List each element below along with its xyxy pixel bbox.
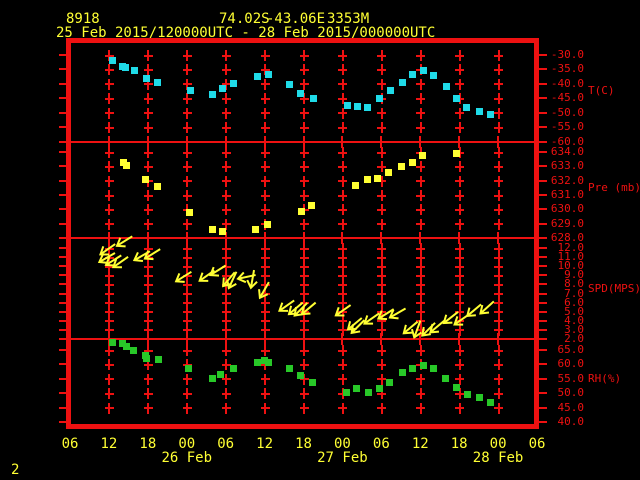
axis-tick-right: [539, 256, 547, 259]
axis-tick-right: [539, 140, 547, 143]
y-axis-unit-label: Pre (mb): [588, 180, 640, 194]
y-axis-tick-label: 50.0: [557, 386, 585, 400]
x-axis-hour-label: 00: [333, 436, 351, 452]
y-axis-tick-label: 40.0: [557, 415, 585, 428]
axis-tick-right: [539, 151, 547, 153]
page-number: 2: [11, 462, 20, 478]
axis-tick-right: [539, 237, 547, 239]
x-axis-hour-label: 06: [61, 436, 79, 452]
y-axis-tick-label: 633.0: [550, 159, 584, 173]
axis-tick-right: [539, 274, 547, 277]
axis-tick-right: [539, 421, 547, 423]
axis-tick-right: [539, 111, 547, 114]
axis-tick-right: [539, 222, 547, 225]
x-axis-hour-label: 00: [178, 436, 196, 452]
x-axis-date-label: 26 Feb: [161, 450, 213, 466]
axis-tick-right: [539, 165, 547, 168]
axis-tick-right: [539, 406, 547, 409]
axis-tick-right: [539, 194, 547, 196]
x-axis-date-label: 28 Feb: [472, 450, 524, 466]
meteogram-screen: 8918 74.02S -43.06E 3353M 25 Feb 2015/12…: [0, 0, 640, 480]
axis-tick-right: [539, 392, 547, 395]
x-axis-hour-label: 06: [217, 436, 235, 452]
x-axis-hour-label: 18: [450, 436, 468, 452]
x-axis-hour-label: 06: [372, 436, 390, 452]
y-axis-tick-label: 60.0: [557, 357, 585, 371]
y-axis-tick-label: 634.0: [550, 145, 584, 158]
x-axis-date-label: 27 Feb: [317, 450, 368, 466]
axis-tick-right: [539, 97, 547, 100]
x-axis-hour-label: 18: [139, 436, 157, 452]
axis-tick-right: [539, 68, 547, 71]
y-axis-tick-label: 629.0: [550, 216, 584, 230]
x-axis-hour-label: 12: [256, 436, 273, 452]
axis-tick-right: [539, 126, 547, 129]
axis-tick-right: [539, 338, 547, 340]
axis-tick-right: [539, 265, 547, 268]
y-axis-tick-label: -30.0: [550, 48, 584, 61]
y-axis-unit-label: RH(%): [588, 371, 622, 385]
y-axis-tick-label: 65.0: [557, 343, 585, 356]
y-axis-tick-label: 630.0: [550, 202, 584, 216]
axis-tick-right: [539, 377, 547, 380]
y-axis-tick-label: 632.0: [550, 173, 584, 187]
axis-tick-right: [539, 208, 547, 211]
axis-tick-right: [539, 301, 547, 304]
axis-tick-right: [539, 82, 547, 85]
y-axis-unit-label: T(C): [588, 84, 615, 98]
axis-tick-right: [539, 349, 547, 351]
y-axis-tick-label: -50.0: [550, 105, 584, 119]
station-latitude: 74.02S: [219, 11, 270, 27]
x-axis-hour-label: 12: [411, 436, 429, 452]
y-axis-unit-label: SPD(MPS): [588, 281, 640, 295]
y-axis-tick-label: -35.0: [550, 62, 584, 76]
y-axis-tick-label: 45.0: [557, 400, 585, 414]
x-axis-hour-label: 06: [528, 436, 546, 452]
axis-tick-right: [539, 247, 547, 249]
axis-tick-right: [539, 292, 547, 295]
axis-tick-right: [539, 54, 547, 56]
axis-tick-right: [539, 319, 547, 322]
axis-tick-right: [539, 363, 547, 366]
y-axis-tick-label: -45.0: [550, 91, 584, 105]
y-axis-tick-label: 55.0: [557, 371, 585, 385]
axis-tick-right: [539, 283, 547, 286]
x-axis-hour-label: 18: [295, 436, 312, 452]
y-axis-tick-label: 631.0: [550, 188, 584, 201]
y-axis-tick-label: -40.0: [550, 76, 584, 90]
x-axis-hour-label: 00: [489, 436, 507, 452]
station-id: 8918: [66, 11, 100, 27]
x-axis-hour-label: 12: [100, 436, 118, 452]
axis-tick-right: [539, 328, 547, 331]
plot-frame: [66, 38, 539, 429]
axis-tick-right: [539, 310, 547, 313]
y-axis-tick-label: -55.0: [550, 120, 584, 134]
station-elevation: 3353M: [327, 11, 370, 27]
station-longitude: -43.06E: [266, 11, 326, 27]
axis-tick-right: [539, 179, 547, 182]
